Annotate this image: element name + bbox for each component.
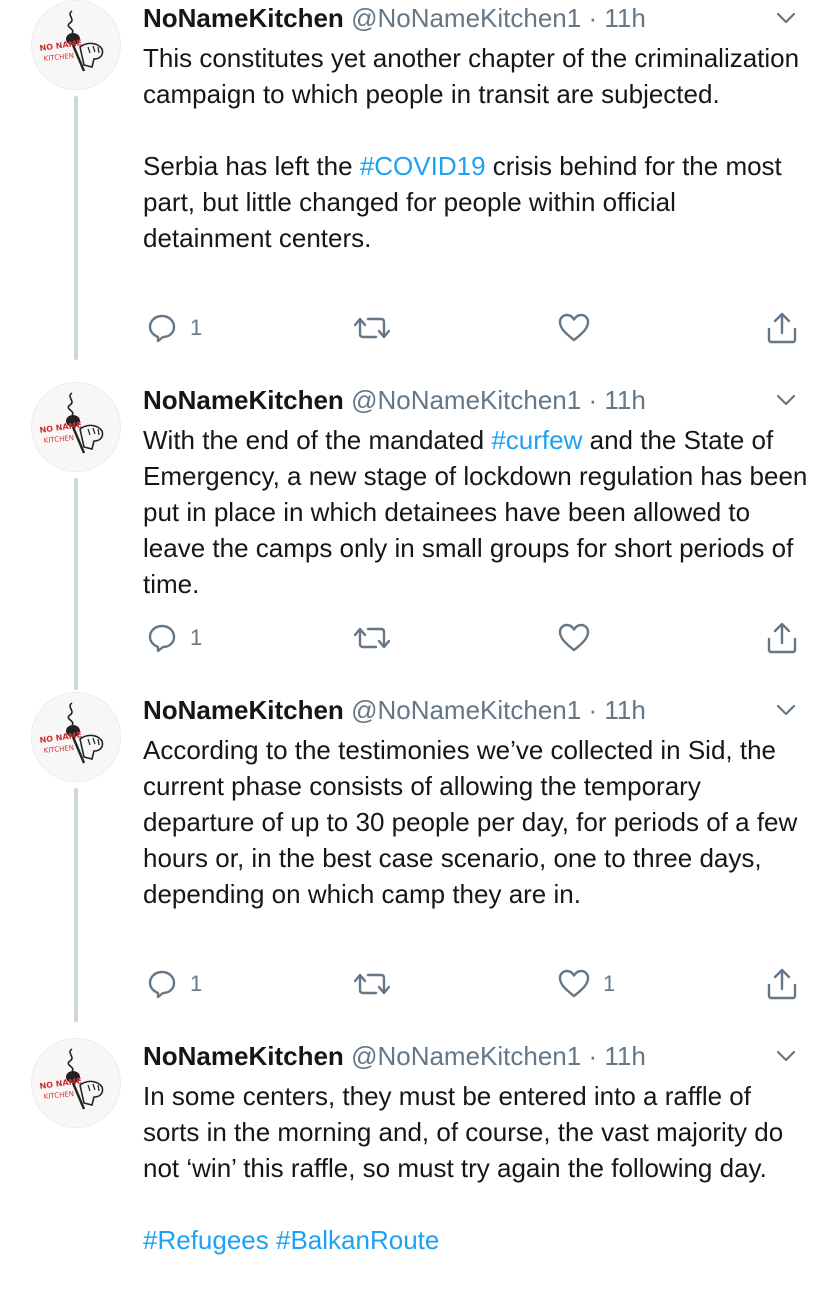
thread-connector-line	[74, 478, 78, 690]
reply-button[interactable]: 1	[146, 308, 202, 348]
tweet-paragraph: With the end of the mandated #curfew and…	[143, 422, 808, 602]
reply-icon	[146, 968, 178, 1000]
tweet-paragraph: In some centers, they must be entered in…	[143, 1078, 808, 1186]
share-icon	[765, 621, 799, 655]
tweet-actions: 1	[0, 618, 828, 658]
tweet-text: According to the testimonies we’ve colle…	[143, 732, 808, 912]
tweet-header: NoNameKitchen @NoNameKitchen1 · 11h	[143, 382, 646, 418]
tweet-header: NoNameKitchen @NoNameKitchen1 · 11h	[143, 0, 646, 36]
display-name[interactable]: NoNameKitchen	[143, 3, 344, 33]
tweet-header: NoNameKitchen @NoNameKitchen1 · 11h	[143, 1038, 646, 1074]
tweet-paragraph: According to the testimonies we’ve colle…	[143, 732, 808, 912]
timestamp[interactable]: 11h	[604, 1041, 645, 1071]
svg-text:KITCHEN: KITCHEN	[43, 434, 74, 445]
text-segment: With the end of the mandated	[143, 425, 492, 455]
tweet-paragraph: This constitutes yet another chapter of …	[143, 40, 808, 112]
reply-icon	[146, 622, 178, 654]
share-button[interactable]	[765, 618, 799, 658]
like-icon	[557, 312, 591, 344]
tweet-actions: 1	[0, 308, 828, 348]
svg-text:KITCHEN: KITCHEN	[43, 52, 74, 63]
like-button[interactable]	[557, 618, 603, 658]
reply-icon	[146, 312, 178, 344]
hashtag-link[interactable]: #COVID19	[360, 151, 486, 181]
display-name[interactable]: NoNameKitchen	[143, 385, 344, 415]
text-segment	[269, 1225, 276, 1255]
chevron-down-icon[interactable]	[774, 390, 798, 410]
share-button[interactable]	[765, 308, 799, 348]
avatar[interactable]: NO NAME KITCHEN	[31, 382, 121, 472]
user-handle[interactable]: @NoNameKitchen1	[351, 695, 581, 725]
tweet-paragraph: Serbia has left the #COVID19 crisis behi…	[143, 148, 808, 256]
reply-count: 1	[190, 315, 203, 340]
like-button[interactable]	[557, 308, 603, 348]
retweet-button[interactable]	[354, 618, 390, 658]
text-segment: Serbia has left the	[143, 151, 360, 181]
text-segment: In some centers, they must be entered in…	[143, 1081, 784, 1183]
chevron-down-icon[interactable]	[774, 700, 798, 720]
text-segment: According to the testimonies we’ve colle…	[143, 735, 798, 909]
retweet-icon	[354, 622, 390, 654]
display-name[interactable]: NoNameKitchen	[143, 1041, 344, 1071]
tweet-paragraph: #Refugees #BalkanRoute	[143, 1222, 808, 1258]
separator-dot: ·	[588, 1041, 598, 1071]
hashtag-link[interactable]: #Refugees	[143, 1225, 269, 1255]
retweet-icon	[354, 312, 390, 344]
tweet-actions: 1 1	[0, 964, 828, 1004]
like-button[interactable]: 1	[557, 964, 615, 1004]
timestamp[interactable]: 11h	[604, 3, 645, 33]
retweet-button[interactable]	[354, 964, 390, 1004]
chevron-down-icon[interactable]	[774, 1046, 798, 1066]
retweet-icon	[354, 968, 390, 1000]
tweet-text: This constitutes yet another chapter of …	[143, 40, 808, 256]
share-icon	[765, 311, 799, 345]
avatar[interactable]: NO NAME KITCHEN	[31, 1038, 121, 1128]
avatar[interactable]: NO NAME KITCHEN	[31, 0, 121, 90]
separator-dot: ·	[588, 3, 598, 33]
svg-text:KITCHEN: KITCHEN	[43, 1090, 74, 1101]
svg-text:KITCHEN: KITCHEN	[43, 744, 74, 755]
share-button[interactable]	[765, 964, 799, 1004]
reply-count: 1	[190, 625, 203, 650]
tweet-header: NoNameKitchen @NoNameKitchen1 · 11h	[143, 692, 646, 728]
reply-count: 1	[190, 971, 203, 996]
share-icon	[765, 967, 799, 1001]
reply-button[interactable]: 1	[146, 964, 202, 1004]
tweet-text: In some centers, they must be entered in…	[143, 1078, 808, 1258]
retweet-button[interactable]	[354, 308, 390, 348]
chevron-down-icon[interactable]	[774, 8, 798, 28]
display-name[interactable]: NoNameKitchen	[143, 695, 344, 725]
user-handle[interactable]: @NoNameKitchen1	[351, 3, 581, 33]
like-icon	[557, 968, 591, 1000]
user-handle[interactable]: @NoNameKitchen1	[351, 1041, 581, 1071]
timestamp[interactable]: 11h	[604, 695, 645, 725]
hashtag-link[interactable]: #BalkanRoute	[276, 1225, 439, 1255]
hashtag-link[interactable]: #curfew	[491, 425, 582, 455]
timestamp[interactable]: 11h	[604, 385, 645, 415]
separator-dot: ·	[588, 385, 598, 415]
like-icon	[557, 622, 591, 654]
like-count: 1	[603, 971, 616, 996]
avatar[interactable]: NO NAME KITCHEN	[31, 692, 121, 782]
separator-dot: ·	[588, 695, 598, 725]
tweet-text: With the end of the mandated #curfew and…	[143, 422, 808, 602]
user-handle[interactable]: @NoNameKitchen1	[351, 385, 581, 415]
text-segment: This constitutes yet another chapter of …	[143, 43, 800, 109]
reply-button[interactable]: 1	[146, 618, 202, 658]
